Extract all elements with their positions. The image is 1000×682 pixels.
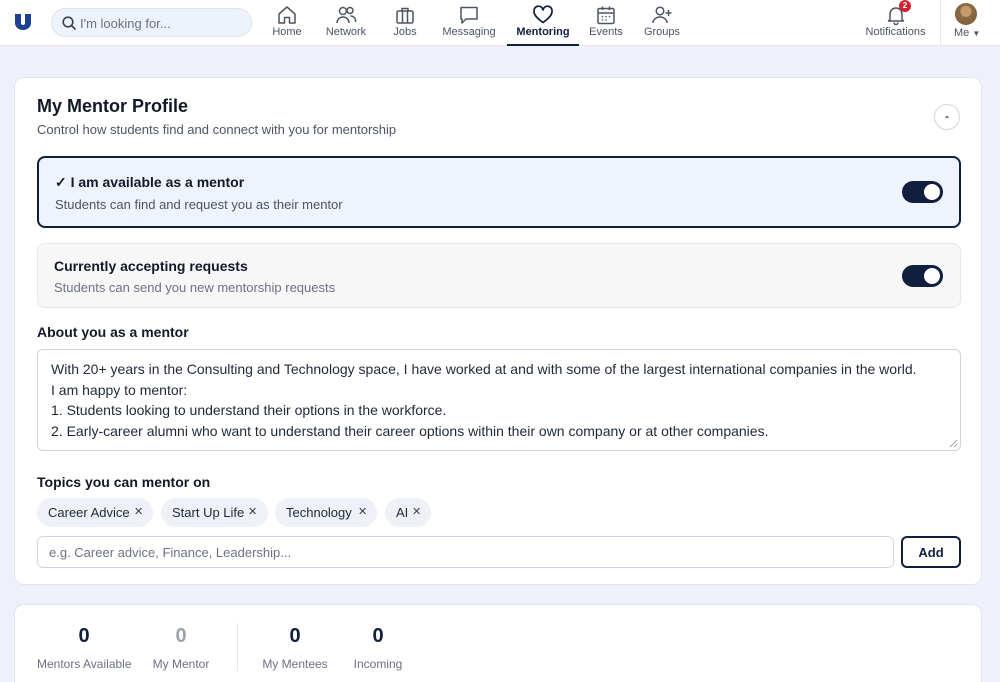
nav-events[interactable]: Events	[586, 0, 626, 46]
topic-chip-label: AI	[396, 505, 409, 520]
nav-network[interactable]: Network	[321, 0, 371, 46]
search-box[interactable]	[51, 8, 252, 37]
stat-value: 0	[372, 625, 384, 647]
nav-messaging[interactable]: Messaging	[440, 0, 498, 46]
page-title: My Mentor Profile	[37, 96, 189, 116]
home-icon	[278, 6, 296, 24]
toggle-knob	[924, 268, 940, 284]
nav-divider	[940, 0, 941, 46]
stat-value: 0	[289, 625, 301, 647]
heart-icon	[533, 5, 553, 24]
about-line: 2. Early-career alumni who want to under…	[51, 422, 769, 439]
nav-label: Jobs	[393, 26, 417, 38]
logo-icon[interactable]	[12, 11, 34, 33]
nav-home[interactable]: Home	[267, 0, 307, 46]
topic-chip-label: Technology	[286, 505, 352, 520]
notification-badge: 2	[899, 0, 911, 12]
nav-label: Messaging	[442, 26, 496, 38]
topic-input[interactable]	[37, 536, 894, 568]
people-icon	[336, 6, 357, 24]
topic-chip: Career Advice ✕	[37, 498, 153, 527]
about-textarea[interactable]: With 20+ years in the Consulting and Tec…	[37, 349, 961, 451]
available-toggle-box: ✓ I am available as a mentor Students ca…	[37, 156, 961, 228]
stat-incoming[interactable]: 0 Incoming	[352, 625, 404, 671]
search-icon	[62, 16, 76, 30]
topic-chip: AI ✕	[385, 498, 431, 527]
remove-topic-icon[interactable]: ✕	[248, 498, 257, 527]
stat-my-mentees[interactable]: 0 My Mentees	[261, 625, 329, 671]
stat-mentors-available[interactable]: 0 Mentors Available	[37, 625, 132, 671]
about-line: 1. Students looking to understand their …	[51, 402, 447, 418]
stat-divider	[237, 623, 238, 671]
about-line: I am happy to mentor:	[51, 381, 188, 398]
stat-label: My Mentees	[262, 657, 328, 671]
chat-icon	[460, 6, 478, 24]
topic-chip-label: Career Advice	[48, 505, 130, 520]
chevron-up-icon	[945, 115, 949, 119]
nav-label: Home	[272, 26, 302, 38]
topic-chip: Technology ✕	[275, 498, 377, 527]
search-input[interactable]	[80, 13, 245, 33]
nav-mentoring[interactable]: Mentoring	[507, 0, 579, 46]
add-topic-button[interactable]: Add	[901, 536, 961, 568]
stat-my-mentor[interactable]: 0 My Mentor	[151, 625, 211, 671]
about-line: With 20+ years in the Consulting and Tec…	[51, 361, 917, 377]
available-toggle[interactable]	[902, 181, 943, 203]
nav-label: Groups	[643, 26, 681, 38]
collapse-button[interactable]	[934, 104, 960, 130]
nav-label: Events	[589, 26, 623, 38]
briefcase-icon	[396, 7, 414, 24]
top-nav-bar: Home Network Jobs Messaging Mentoring Ev…	[0, 0, 1000, 46]
toggle-knob	[924, 184, 940, 200]
topics-label: Topics you can mentor on	[37, 474, 211, 490]
nav-label: Notifications	[865, 26, 926, 38]
topic-chip-label: Start Up Life	[172, 505, 245, 520]
remove-topic-icon[interactable]: ✕	[412, 498, 421, 527]
accepting-toggle[interactable]	[902, 265, 943, 287]
chevron-down-icon: ▼	[972, 29, 981, 38]
available-description: Students can find and request you as the…	[55, 197, 343, 212]
nav-label: Network	[325, 26, 367, 38]
stat-value: 0	[175, 625, 187, 647]
about-label: About you as a mentor	[37, 324, 189, 340]
accepting-description: Students can send you new mentorship req…	[54, 280, 336, 295]
resize-handle-icon[interactable]	[949, 439, 958, 448]
me-label: Me	[954, 27, 970, 39]
calendar-icon	[597, 6, 615, 25]
remove-topic-icon[interactable]: ✕	[358, 498, 367, 527]
nav-notifications[interactable]: Notifications	[862, 0, 929, 46]
add-user-icon	[652, 6, 672, 24]
stats-card: 0 Mentors Available 0 My Mentor 0 My Men…	[14, 604, 982, 682]
stat-label: My Mentor	[152, 657, 210, 671]
nav-groups[interactable]: Groups	[639, 0, 685, 46]
stat-value: 0	[78, 625, 90, 647]
page-subtitle: Control how students find and connect wi…	[37, 122, 397, 137]
nav-label: Mentoring	[516, 26, 570, 38]
avatar[interactable]	[955, 3, 977, 25]
stat-label: Mentors Available	[37, 657, 132, 671]
available-title: ✓ I am available as a mentor	[55, 174, 245, 190]
topic-chip: Start Up Life ✕	[161, 498, 268, 527]
mentor-profile-card: My Mentor Profile Control how students f…	[14, 77, 982, 585]
remove-topic-icon[interactable]: ✕	[134, 498, 143, 527]
stat-label: Incoming	[353, 657, 403, 671]
nav-jobs[interactable]: Jobs	[385, 0, 425, 46]
accepting-title: Currently accepting requests	[54, 258, 248, 274]
me-menu[interactable]: Me ▼	[954, 27, 980, 39]
accepting-toggle-box: Currently accepting requests Students ca…	[37, 243, 961, 308]
